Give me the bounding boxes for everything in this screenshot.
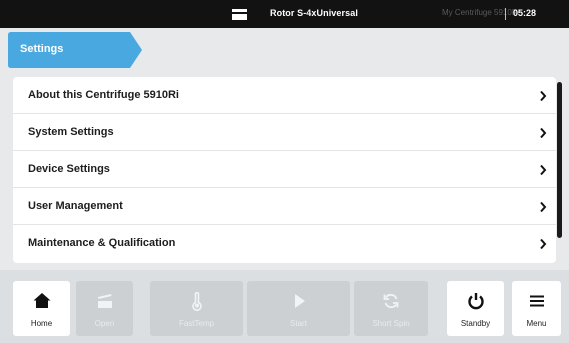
start-button[interactable]: Start <box>247 281 350 336</box>
breadcrumb[interactable]: Settings <box>8 32 142 68</box>
open-button[interactable]: Open <box>76 281 133 336</box>
settings-item-label: About this Centrifuge 5910Ri <box>28 89 179 101</box>
chevron-right-icon <box>540 90 547 102</box>
menu-button[interactable]: Menu <box>512 281 561 336</box>
fasttemp-button-label: FastTemp <box>178 319 215 328</box>
home-icon <box>33 293 50 308</box>
clock: 05:28 <box>513 8 537 18</box>
settings-list: About this Centrifuge 5910Ri System Sett… <box>13 77 556 263</box>
settings-item-label: User Management <box>28 200 123 212</box>
menu-button-label: Menu <box>526 319 547 328</box>
short-spin-button[interactable]: Short Spin <box>354 281 428 336</box>
settings-item-label: Maintenance & Qualification <box>28 237 176 249</box>
refresh-icon <box>383 293 399 309</box>
standby-button[interactable]: Standby <box>447 281 504 336</box>
chevron-right-icon <box>540 238 547 250</box>
chevron-right-icon <box>540 201 547 213</box>
settings-item-label: Device Settings <box>28 163 110 175</box>
device-name: My Centrifuge 5910Ri <box>442 8 520 17</box>
thermometer-icon <box>191 291 202 311</box>
lid-open-icon <box>97 294 112 308</box>
list-scrollbar[interactable] <box>557 82 562 238</box>
open-button-label: Open <box>94 319 115 328</box>
chevron-right-icon <box>540 127 547 139</box>
play-icon <box>294 294 305 308</box>
fasttemp-button[interactable]: FastTemp <box>150 281 243 336</box>
settings-item-maintenance[interactable]: Maintenance & Qualification <box>13 225 556 262</box>
status-bar: Rotor S-4xUniversal My Centrifuge 5910Ri… <box>0 0 569 28</box>
settings-item-label: System Settings <box>28 126 114 138</box>
breadcrumb-label: Settings <box>20 43 64 55</box>
rotor-icon <box>232 9 247 20</box>
standby-button-label: Standby <box>460 319 491 328</box>
settings-item-user-management[interactable]: User Management <box>13 188 556 225</box>
home-button[interactable]: Home <box>13 281 70 336</box>
status-separator <box>505 8 506 20</box>
chevron-right-icon <box>540 164 547 176</box>
settings-item-about[interactable]: About this Centrifuge 5910Ri <box>13 77 556 114</box>
power-icon <box>467 293 484 310</box>
short-spin-button-label: Short Spin <box>372 319 410 328</box>
home-button-label: Home <box>30 319 53 328</box>
start-button-label: Start <box>290 319 307 328</box>
settings-item-system[interactable]: System Settings <box>13 114 556 151</box>
hamburger-menu-icon <box>529 295 544 307</box>
rotor-label: Rotor S-4xUniversal <box>270 8 358 18</box>
settings-item-device[interactable]: Device Settings <box>13 151 556 188</box>
